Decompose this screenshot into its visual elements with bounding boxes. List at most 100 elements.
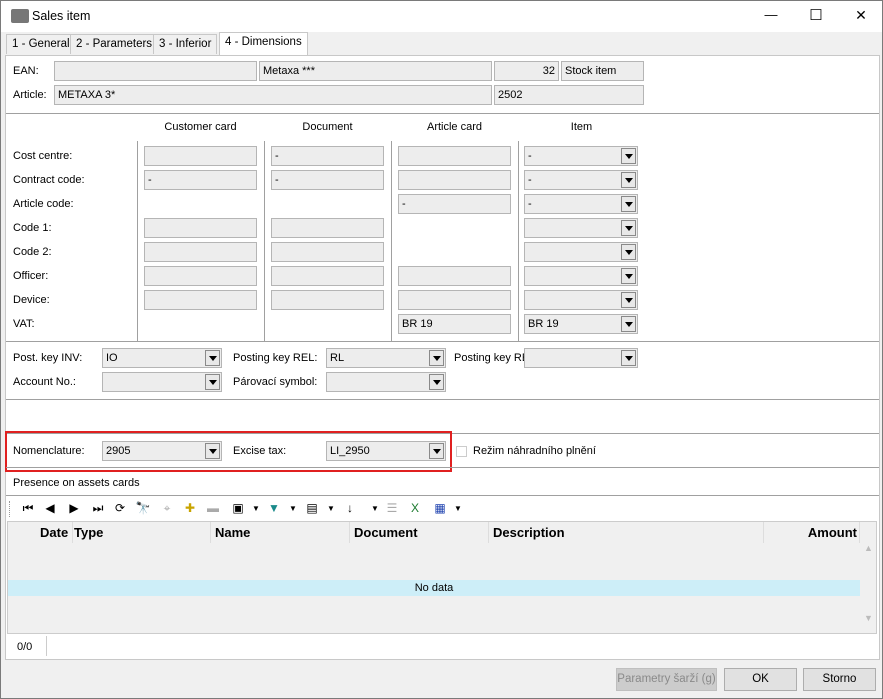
item-combo[interactable] — [524, 242, 638, 262]
col-name[interactable]: Name — [211, 522, 350, 543]
last-icon[interactable]: ⏭ — [89, 501, 107, 516]
chevron-down-icon[interactable] — [621, 196, 636, 212]
tab-parameters[interactable]: 2 - Parameters — [70, 34, 159, 54]
list-icon[interactable]: ☰ — [383, 501, 401, 515]
grid-field[interactable] — [271, 266, 384, 286]
grid-field[interactable]: - — [271, 170, 384, 190]
tab-dimensions[interactable]: 4 - Dimensions — [219, 32, 308, 55]
row-label: Article code: — [13, 198, 74, 210]
chevron-down-icon[interactable] — [429, 374, 444, 390]
parovaci-combo[interactable] — [326, 372, 446, 392]
grid-field[interactable]: - — [271, 146, 384, 166]
grid-field[interactable] — [144, 266, 257, 286]
item-combo[interactable]: - — [524, 146, 638, 166]
nomenclature-combo[interactable]: 2905 — [102, 441, 222, 461]
chevron-down-icon[interactable] — [429, 350, 444, 366]
grid-field[interactable] — [144, 290, 257, 310]
grid-field[interactable] — [398, 170, 511, 190]
grid-field[interactable]: BR 19 — [398, 314, 511, 334]
row-label: Code 2: — [13, 246, 52, 258]
chevron-down-icon[interactable] — [205, 374, 220, 390]
find-disabled-icon[interactable]: ⌖ — [158, 501, 176, 516]
maximize-button[interactable]: ☐ — [796, 6, 836, 24]
grid-field[interactable]: - — [144, 170, 257, 190]
prev-icon[interactable]: ◀ — [41, 501, 59, 515]
col-amount[interactable]: Amount — [764, 522, 860, 543]
value: BR 19 — [528, 318, 559, 330]
item-combo[interactable]: BR 19 — [524, 314, 638, 334]
account-label: Account No.: — [13, 376, 76, 388]
find-icon[interactable]: 🔭 — [134, 501, 152, 515]
item-combo[interactable] — [524, 218, 638, 238]
grid-field[interactable] — [398, 290, 511, 310]
snapshot-icon[interactable]: ▣ — [229, 501, 247, 515]
next-icon[interactable]: ▶ — [65, 501, 83, 515]
chevron-down-icon[interactable] — [621, 172, 636, 188]
column-header: Item — [570, 121, 593, 133]
chevron-down-icon[interactable]: ▼ — [322, 504, 340, 513]
item-name-field[interactable]: Metaxa *** — [259, 61, 492, 81]
grid-field[interactable] — [271, 290, 384, 310]
close-button[interactable]: ✕ — [841, 7, 881, 24]
item-number-field[interactable]: 32 — [494, 61, 559, 81]
item-combo[interactable] — [524, 290, 638, 310]
chevron-down-icon[interactable]: ▼ — [247, 504, 265, 513]
chevron-down-icon[interactable] — [621, 148, 636, 164]
chevron-down-icon[interactable]: ▼ — [284, 504, 302, 513]
chevron-down-icon[interactable]: ▼ — [366, 504, 384, 513]
first-icon[interactable]: ⏮ — [19, 501, 37, 516]
grid-field[interactable] — [144, 146, 257, 166]
posting-key-re-combo[interactable] — [524, 348, 638, 368]
chevron-down-icon[interactable] — [621, 220, 636, 236]
grid-field[interactable] — [398, 266, 511, 286]
vertical-scrollbar[interactable]: ▲ ▼ — [861, 543, 876, 633]
item-combo[interactable]: - — [524, 194, 638, 214]
storno-button[interactable]: Storno — [803, 668, 876, 691]
grid-field[interactable] — [398, 146, 511, 166]
item-combo[interactable]: - — [524, 170, 638, 190]
grid-field[interactable] — [144, 218, 257, 238]
chevron-down-icon[interactable]: ▼ — [449, 504, 467, 513]
article-code-field[interactable]: 2502 — [494, 85, 644, 105]
filter-icon[interactable]: ▼ — [265, 501, 283, 515]
grid-field[interactable] — [271, 218, 384, 238]
chevron-down-icon[interactable] — [621, 292, 636, 308]
ean-label: EAN: — [13, 65, 39, 77]
tab-inferior[interactable]: 3 - Inferior — [153, 34, 218, 54]
sort-icon[interactable]: ↓ — [341, 501, 359, 515]
grid-field[interactable] — [144, 242, 257, 262]
remove-filter-icon[interactable]: ▬ — [204, 501, 222, 515]
parametry-sarzi-button[interactable]: Parametry šarží (g) — [616, 668, 717, 691]
ean-field[interactable] — [54, 61, 257, 81]
excise-tax-combo[interactable]: LI_2950 — [326, 441, 446, 461]
col-date[interactable]: Date — [37, 522, 73, 543]
article-field[interactable]: METAXA 3* — [54, 85, 492, 105]
excel-icon[interactable]: X — [406, 501, 424, 515]
col-document[interactable]: Document — [350, 522, 489, 543]
ok-button[interactable]: OK — [724, 668, 797, 691]
columns-icon[interactable]: ▤ — [303, 501, 321, 515]
refresh-icon[interactable]: ⟳ — [111, 501, 129, 515]
minimize-button[interactable]: — — [751, 7, 791, 22]
chevron-down-icon[interactable] — [621, 316, 636, 332]
item-combo[interactable] — [524, 266, 638, 286]
chevron-down-icon[interactable] — [205, 443, 220, 459]
chevron-down-icon[interactable] — [205, 350, 220, 366]
tab-general[interactable]: 1 - General — [6, 34, 76, 54]
assets-title: Presence on assets cards — [13, 477, 140, 489]
post-key-inv-combo[interactable]: IO — [102, 348, 222, 368]
stock-type-field[interactable]: Stock item — [561, 61, 644, 81]
posting-key-rel-combo[interactable]: RL — [326, 348, 446, 368]
account-combo[interactable] — [102, 372, 222, 392]
col-type[interactable]: Type — [73, 522, 211, 543]
col-description[interactable]: Description — [489, 522, 764, 543]
rezim-checkbox[interactable] — [456, 446, 467, 457]
chevron-down-icon[interactable] — [621, 244, 636, 260]
grid-field[interactable]: - — [398, 194, 511, 214]
chevron-down-icon[interactable] — [621, 350, 636, 366]
add-filter-icon[interactable]: ✚ — [181, 501, 199, 515]
chevron-down-icon[interactable] — [429, 443, 444, 459]
chevron-down-icon[interactable] — [621, 268, 636, 284]
grid-field[interactable] — [271, 242, 384, 262]
report-icon[interactable]: ▦ — [431, 501, 449, 515]
